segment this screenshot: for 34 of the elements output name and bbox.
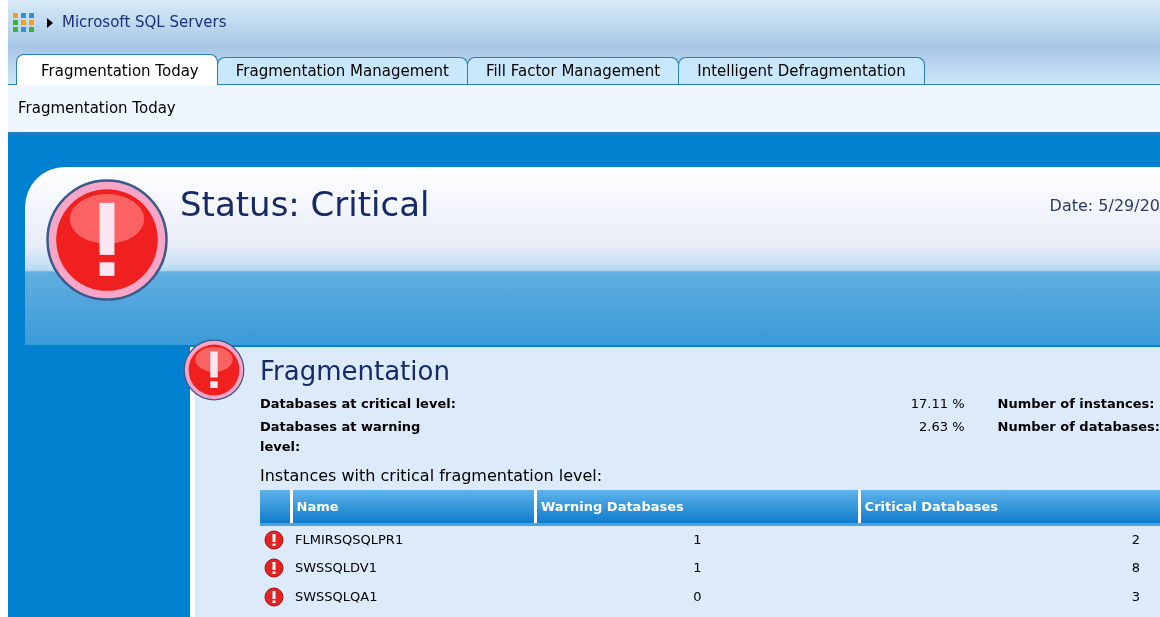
- tab[interactable]: Fill Factor Management: [466, 57, 680, 84]
- alert-icon: [45, 178, 169, 302]
- alert-icon: [183, 339, 245, 401]
- stat-label: Databases at warning level:: [260, 418, 422, 456]
- stat-label: Number of instances:: [997, 394, 1156, 413]
- instance-link[interactable]: FLMIRSQSQLPR1: [295, 531, 404, 547]
- chevron-icon: [46, 16, 54, 29]
- status-date: Date: 5/29/20: [1049, 195, 1160, 217]
- column-header: Name: [291, 490, 536, 525]
- section-title: Fragmentation: [260, 357, 451, 386]
- column-header: Warning Databases: [535, 490, 860, 525]
- tab[interactable]: Fragmentation Management: [216, 57, 468, 84]
- stat-value: 17.11 %: [909, 394, 965, 413]
- table-cell-text: 1: [692, 558, 703, 577]
- table-cell-text: 8: [1130, 558, 1141, 577]
- page-title: Fragmentation Today: [18, 98, 176, 120]
- alert-icon: [264, 529, 284, 550]
- instance-link[interactable]: SWSSQLQA1: [295, 588, 378, 604]
- alert-icon: [264, 557, 284, 578]
- table-caption: Instances with critical fragmentation level:: [260, 465, 604, 488]
- tab[interactable]: Fragmentation Today: [16, 54, 218, 85]
- stat-value: 2.63 %: [918, 418, 965, 437]
- status-title: Status: Critical: [180, 183, 430, 226]
- alert-icon: [264, 586, 284, 607]
- table-cell-text: 0: [692, 587, 703, 606]
- table-cell: 1: [535, 524, 860, 554]
- column-header: Critical Databases: [859, 490, 1160, 525]
- stat-label: Number of databases:: [997, 418, 1160, 437]
- table-cell-text: 3: [1130, 587, 1141, 606]
- instance-link[interactable]: SWSSQLDV1: [295, 559, 378, 575]
- breadcrumb-link[interactable]: Microsoft SQL Servers: [62, 11, 227, 34]
- table-cell: 2: [859, 524, 1160, 554]
- tab[interactable]: Intelligent Defragmentation: [678, 57, 925, 84]
- stat-label: Databases at critical level:: [260, 394, 457, 413]
